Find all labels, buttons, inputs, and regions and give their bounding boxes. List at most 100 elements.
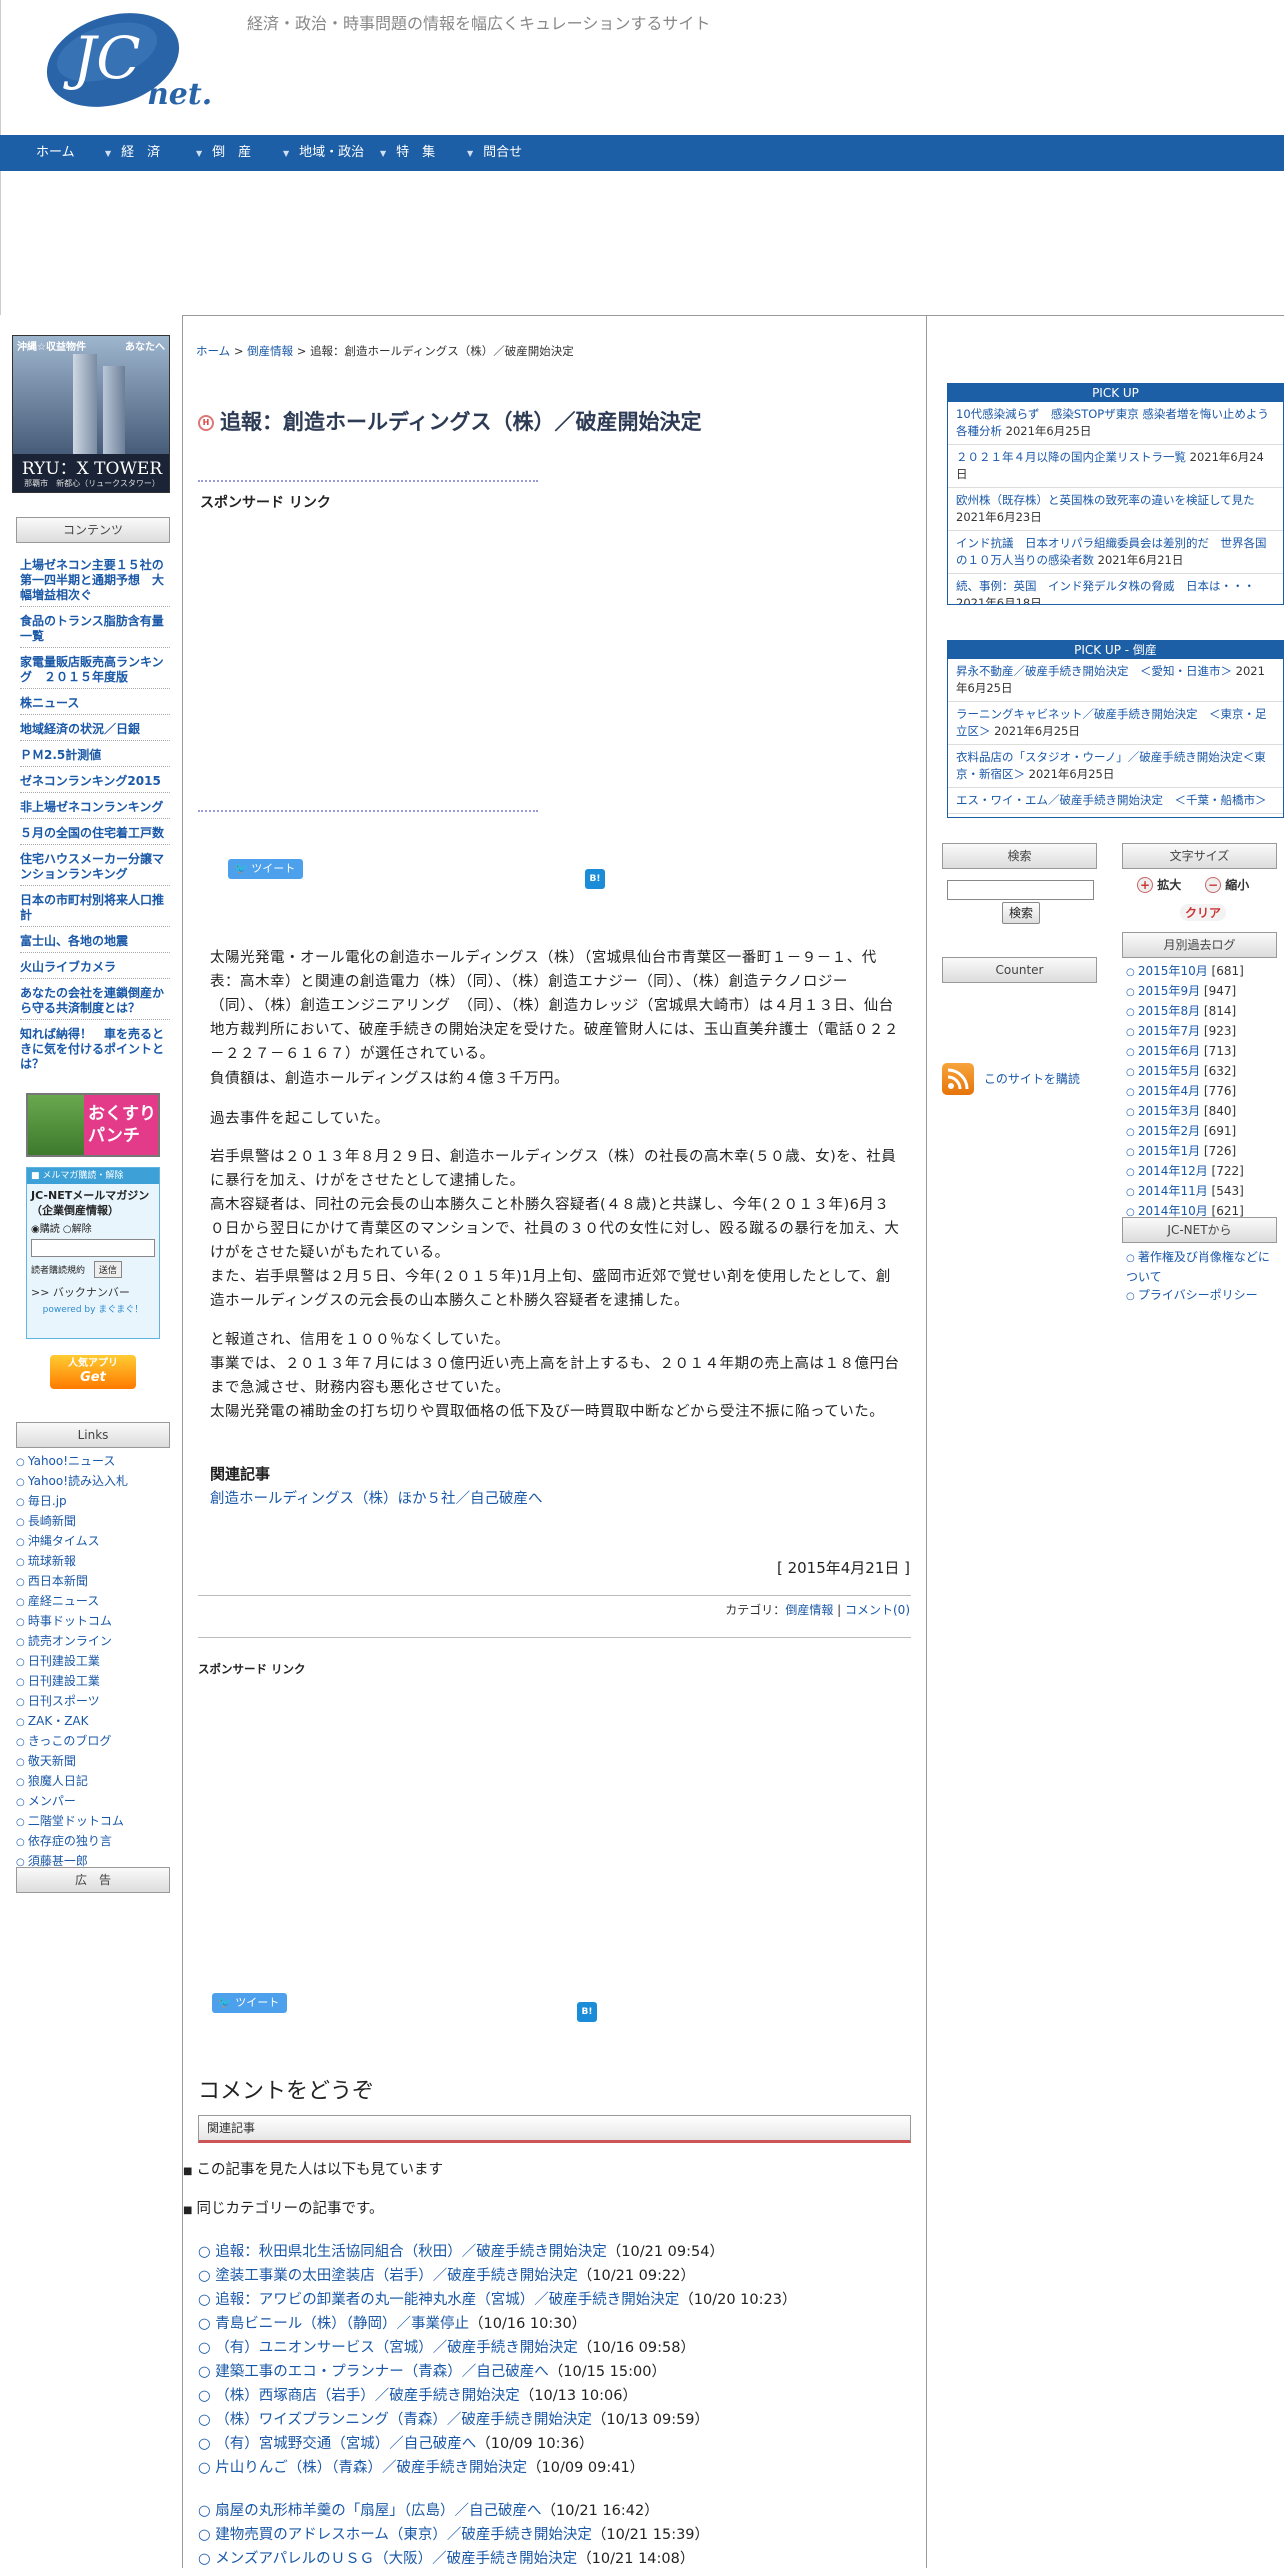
- external-link[interactable]: 産経ニュース: [16, 1592, 128, 1612]
- tweet-button[interactable]: 🐦 ツイート: [228, 859, 303, 879]
- related-item-title[interactable]: （株）西塚商店（岩手）／破産手続き開始決定: [215, 2388, 520, 2404]
- external-link[interactable]: 日刊建設工業: [16, 1672, 128, 1692]
- contents-link[interactable]: 知れば納得！ 車を売るときに気を付けるポイントとは？: [20, 1027, 170, 1075]
- app-badge[interactable]: 人気アプリ Get: [50, 1355, 136, 1389]
- related-list-item[interactable]: ○ 青島ビニール（株）（静岡）／事業停止（10/16 10:30）: [198, 2312, 586, 2336]
- okusuri-punch-banner[interactable]: おくすりパンチ: [26, 1093, 160, 1157]
- external-link[interactable]: 毎日.jp: [16, 1492, 128, 1512]
- external-link[interactable]: メンパー: [16, 1792, 128, 1812]
- breadcrumb-category[interactable]: 倒産情報: [247, 344, 293, 358]
- nav-economy[interactable]: ▼ 経 済: [105, 135, 160, 171]
- font-shrink-button[interactable]: − 縮小: [1205, 876, 1249, 893]
- related-list-item[interactable]: ○ 塗装工事業の太田塗装店（岩手）／破産手続き開始決定（10/21 09:22）: [198, 2264, 695, 2288]
- search-input[interactable]: [947, 880, 1094, 900]
- related-list-item[interactable]: ○ 扇屋の丸形柿羊羹の「扇屋」（広島）／自己破産へ（10/21 16:42）: [198, 2499, 659, 2523]
- contents-link[interactable]: 日本の市町村別将来人口推計: [20, 893, 170, 927]
- comment-link[interactable]: コメント(0): [845, 1603, 910, 1617]
- pickup-item[interactable]: 欧州株（既存株）と英国株の致死率の違いを検証して見た 2021年6月23日: [948, 488, 1283, 531]
- external-link[interactable]: きっこのブログ: [16, 1732, 128, 1752]
- pickup-title[interactable]: ２０２１年４月以降の国内企業リストラ一覧: [956, 450, 1186, 464]
- contents-link[interactable]: ５月の全国の住宅着工戸数: [20, 826, 170, 845]
- archive-month[interactable]: 2015年10月: [1138, 964, 1208, 978]
- pickup-title[interactable]: 続、事例：英国 インド発デルタ株の脅威 日本は・・・: [956, 579, 1255, 593]
- related-list-item[interactable]: ○ （株）ワイズプランニング（青森）／破産手続き開始決定（10/13 09:59…: [198, 2408, 709, 2432]
- external-link[interactable]: 長崎新聞: [16, 1512, 128, 1532]
- backnumber-link[interactable]: >> バックナンバー: [27, 1278, 159, 1300]
- contents-link[interactable]: あなたの会社を連鎖倒産から守る共済制度とは？: [20, 986, 170, 1020]
- nav-feature[interactable]: ▼ 特 集: [380, 135, 435, 171]
- archive-month[interactable]: 2015年5月: [1138, 1064, 1200, 1078]
- related-item-title[interactable]: 建築工事のエコ・プランナー（青森）／自己破産へ: [215, 2364, 549, 2380]
- related-list-item[interactable]: ○ 建物売買のアドレスホーム（東京）／破産手続き開始決定（10/21 15:39…: [198, 2523, 709, 2547]
- related-item-title[interactable]: 追報：秋田県北生活協同組合（秋田）／破産手続き開始決定: [215, 2244, 607, 2260]
- hatena-bookmark-button[interactable]: B!: [585, 869, 605, 889]
- external-link[interactable]: 依存症の独り言: [16, 1832, 128, 1852]
- hatena-bookmark-button-2[interactable]: B!: [577, 2002, 597, 2022]
- nav-home[interactable]: ホーム: [36, 135, 75, 171]
- archive-month[interactable]: 2014年11月: [1138, 1184, 1208, 1198]
- nav-contact[interactable]: ▼ 問合せ: [467, 135, 522, 171]
- external-link[interactable]: 日刊スポーツ: [16, 1692, 128, 1712]
- pickup-item[interactable]: 続、事例：英国 インド発デルタ株の脅威 日本は・・・ 2021年6月18日: [948, 574, 1283, 604]
- breadcrumb-home[interactable]: ホーム: [196, 344, 230, 358]
- contents-link[interactable]: ゼネコンランキング2015: [20, 774, 170, 793]
- related-item-title[interactable]: 片山りんご（株）（青森）／破産手続き開始決定: [215, 2460, 527, 2476]
- archive-item[interactable]: 2014年11月 [543]: [1126, 1182, 1244, 1202]
- archive-month[interactable]: 2015年2月: [1138, 1124, 1200, 1138]
- related-item-title[interactable]: 追報：アワビの卸業者の丸一能神丸水産（宮城）／破産手続き開始決定: [215, 2292, 679, 2308]
- archive-month[interactable]: 2015年7月: [1138, 1024, 1200, 1038]
- archive-item[interactable]: 2015年8月 [814]: [1126, 1002, 1244, 1022]
- archive-item[interactable]: 2015年3月 [840]: [1126, 1102, 1244, 1122]
- terms-link[interactable]: 読者購読規約: [31, 1266, 85, 1276]
- external-link[interactable]: Yahoo!ニュース: [16, 1452, 128, 1472]
- related-item-title[interactable]: （有）宮城野交通（宮城）／自己破産へ: [215, 2436, 476, 2452]
- related-item-title[interactable]: 塗装工事業の太田塗装店（岩手）／破産手続き開始決定: [215, 2268, 578, 2284]
- external-link[interactable]: 敬天新聞: [16, 1752, 128, 1772]
- pickup-title[interactable]: エス・ワイ・エム／破産手続き開始決定 ＜千葉・船橋市＞: [956, 793, 1267, 807]
- contents-link[interactable]: 家電量販店販売高ランキング ２０１５年度版: [20, 655, 170, 689]
- archive-month[interactable]: 2015年9月: [1138, 984, 1200, 998]
- pickup-title[interactable]: 欧州株（既存株）と英国株の致死率の違いを検証して見た: [956, 493, 1255, 507]
- related-item-title[interactable]: 建物売買のアドレスホーム（東京）／破産手続き開始決定: [215, 2527, 592, 2543]
- pickup-item[interactable]: ２０２１年４月以降の国内企業リストラ一覧 2021年6月24日: [948, 445, 1283, 488]
- related-item-title[interactable]: 青島ビニール（株）（静岡）／事業停止: [215, 2316, 469, 2332]
- contents-link[interactable]: 富士山、各地の地震: [20, 934, 170, 953]
- archive-month[interactable]: 2014年12月: [1138, 1164, 1208, 1178]
- send-button[interactable]: 送信: [93, 1261, 122, 1278]
- related-item-title[interactable]: メンズアパレルのＵＳＧ（大阪）／破産手続き開始決定: [215, 2551, 577, 2567]
- related-item-title[interactable]: 扇屋の丸形柿羊羹の「扇屋」（広島）／自己破産へ: [215, 2503, 541, 2519]
- privacy-policy-link[interactable]: プライバシーポリシー: [1126, 1286, 1276, 1306]
- related-list-item[interactable]: ○ 追報：アワビの卸業者の丸一能神丸水産（宮城）／破産手続き開始決定（10/20…: [198, 2288, 796, 2312]
- pickup-item[interactable]: インド抗議 日本オリパラ組織委員会は差別的だ 世界各国の１０万人当りの感染者数 …: [948, 531, 1283, 574]
- archive-item[interactable]: 2015年10月 [681]: [1126, 962, 1244, 982]
- related-list-item[interactable]: ○ （有）宮城野交通（宮城）／自己破産へ（10/09 10:36）: [198, 2432, 593, 2456]
- external-link[interactable]: 沖縄タイムス: [16, 1532, 128, 1552]
- contents-link[interactable]: 住宅ハウスメーカー分譲マンションランキング: [20, 852, 170, 886]
- archive-item[interactable]: 2015年4月 [776]: [1126, 1082, 1244, 1102]
- pickup-item[interactable]: 衣料品店の「スタジオ・ウーノ」／破産手続き開始決定＜東京・新宿区＞ 2021年6…: [948, 745, 1283, 788]
- archive-item[interactable]: 2014年12月 [722]: [1126, 1162, 1244, 1182]
- site-logo[interactable]: JC net.: [33, 12, 223, 112]
- pickup-item[interactable]: 10代感染減らず 感染STOPザ東京 感染者増を悔い止めよう 各種分析 2021…: [948, 402, 1283, 445]
- external-link[interactable]: 琉球新報: [16, 1552, 128, 1572]
- contents-link[interactable]: 非上場ゼネコンランキング: [20, 800, 170, 819]
- archive-item[interactable]: 2015年5月 [632]: [1126, 1062, 1244, 1082]
- related-article-link[interactable]: 創造ホールディングス（株）ほか５社／自己破産へ: [210, 1487, 542, 1508]
- archive-month[interactable]: 2015年8月: [1138, 1004, 1200, 1018]
- archive-month[interactable]: 2015年3月: [1138, 1104, 1200, 1118]
- related-list-item[interactable]: ○ 建築工事のエコ・プランナー（青森）／自己破産へ（10/15 15:00）: [198, 2360, 666, 2384]
- nav-region-politics[interactable]: ▼ 地域・政治: [283, 135, 364, 171]
- contents-link[interactable]: ＰＭ2.5計測値: [20, 748, 170, 767]
- related-item-title[interactable]: （有）ユニオンサービス（宮城）／破産手続き開始決定: [215, 2340, 578, 2356]
- rss-link[interactable]: このサイトを購読: [984, 1072, 1080, 1086]
- archive-month[interactable]: 2015年4月: [1138, 1084, 1200, 1098]
- external-link[interactable]: 二階堂ドットコム: [16, 1812, 128, 1832]
- pickup-item[interactable]: エス・ワイ・エム／破産手続き開始決定 ＜千葉・船橋市＞: [948, 788, 1283, 814]
- copyright-link[interactable]: 著作権及び肖像権などについて: [1126, 1248, 1276, 1286]
- category-link[interactable]: 倒産情報: [785, 1603, 833, 1617]
- unsubscribe-radio[interactable]: ○: [63, 1224, 72, 1235]
- related-list-item[interactable]: ○ 片山りんご（株）（青森）／破産手続き開始決定（10/09 09:41）: [198, 2456, 644, 2480]
- contents-link[interactable]: 株ニュース: [20, 696, 170, 715]
- pickup-item[interactable]: ラーニングキャビネット／破産手続き開始決定 ＜東京・足立区＞ 2021年6月25…: [948, 702, 1283, 745]
- external-link[interactable]: 西日本新聞: [16, 1572, 128, 1592]
